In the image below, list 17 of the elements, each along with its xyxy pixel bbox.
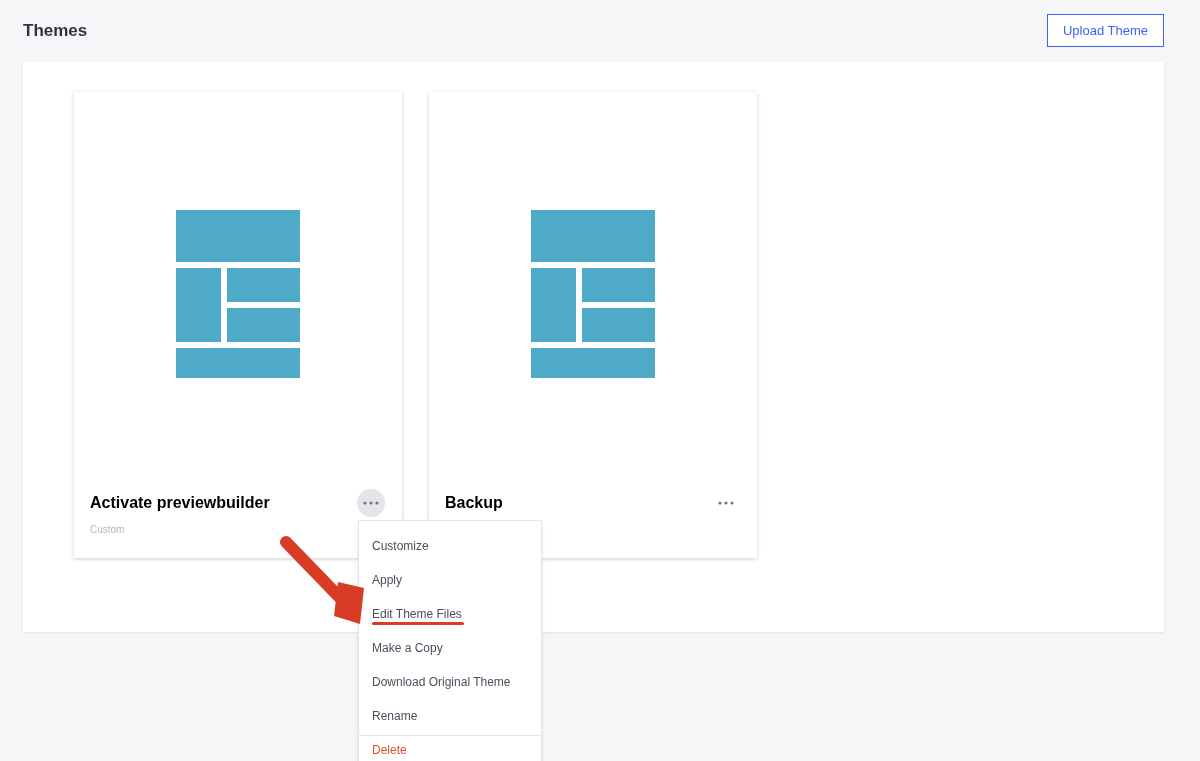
- more-options-button[interactable]: [357, 489, 385, 517]
- menu-item[interactable]: Edit Theme Files: [359, 597, 541, 631]
- menu-item[interactable]: Make a Copy: [359, 631, 541, 665]
- menu-item[interactable]: Download Original Theme: [359, 665, 541, 699]
- page-title: Themes: [23, 19, 88, 42]
- ellipsis-icon: [363, 501, 379, 505]
- menu-item[interactable]: Apply: [359, 563, 541, 597]
- menu-item[interactable]: Customize: [359, 529, 541, 563]
- menu-item[interactable]: Rename: [359, 699, 541, 733]
- menu-item[interactable]: Delete: [359, 736, 541, 761]
- ellipsis-icon: [718, 501, 734, 505]
- layout-thumbnail-icon: [176, 210, 300, 378]
- theme-type: Custom: [89, 523, 125, 537]
- theme-name: Activate previewbuilder: [90, 493, 270, 513]
- layout-thumbnail-icon: [531, 210, 655, 378]
- upload-theme-button[interactable]: Upload Theme: [1047, 14, 1164, 47]
- theme-name: Backup: [445, 493, 503, 513]
